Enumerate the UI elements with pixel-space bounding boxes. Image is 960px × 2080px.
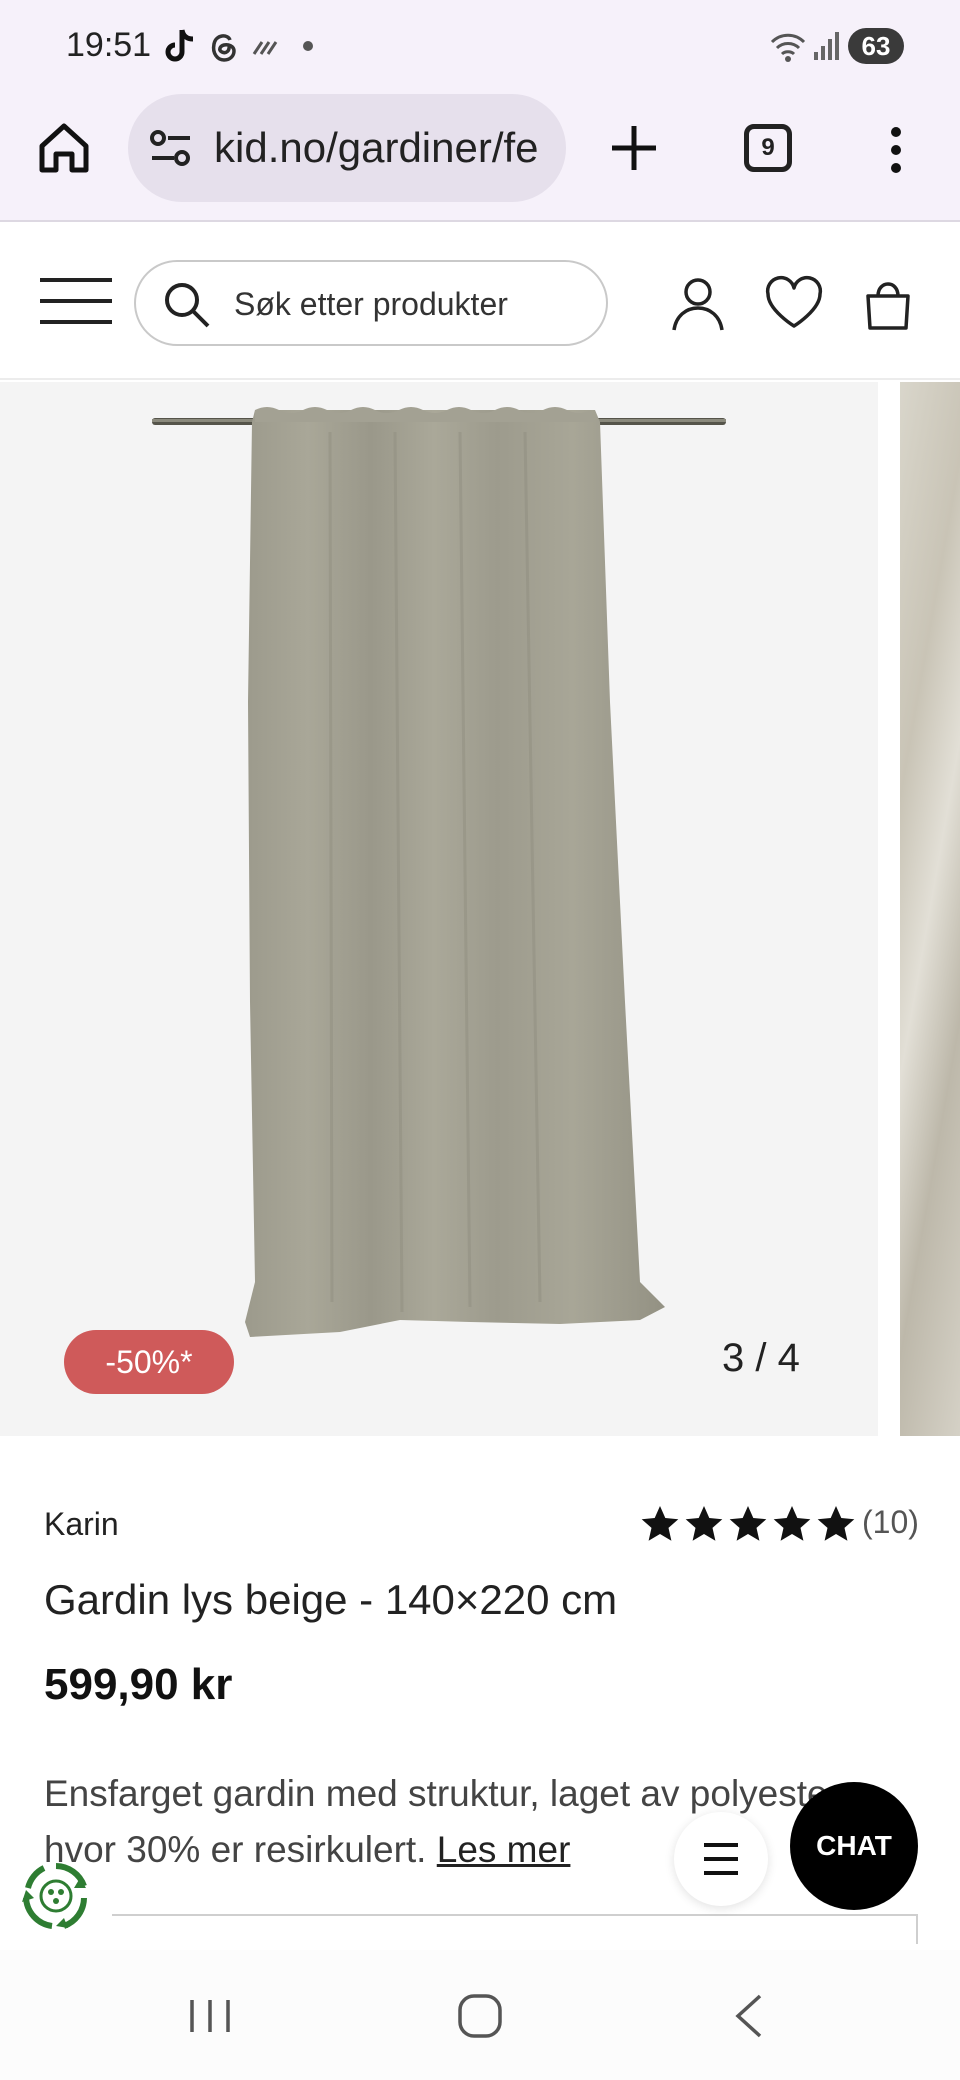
threads-icon — [211, 34, 236, 62]
search-input[interactable]: Søk etter produkter — [134, 260, 608, 346]
battery-indicator: 63 — [848, 28, 904, 64]
url-text[interactable]: kid.no/gardiner/fe — [214, 124, 554, 172]
star-icon — [641, 1506, 679, 1541]
home-icon[interactable] — [36, 120, 92, 176]
search-placeholder: Søk etter produkter — [234, 286, 508, 322]
gallery-slide-current[interactable]: -50%* 3 / 4 — [0, 382, 878, 1436]
bag-icon[interactable] — [858, 274, 918, 334]
hamburger-icon[interactable] — [38, 276, 114, 326]
star-icon — [729, 1506, 767, 1541]
product-description: Ensfarget gardin med struktur, laget av … — [44, 1766, 904, 1878]
browser-toolbar: kid.no/gardiner/fe 9 — [0, 90, 960, 222]
product-title: Gardin lys beige - 140×220 cm — [44, 1576, 618, 1623]
more-vert-icon[interactable] — [880, 124, 912, 176]
star-icon — [685, 1506, 723, 1541]
tab-switcher-button[interactable]: 9 — [744, 124, 792, 172]
tiktok-icon — [165, 29, 194, 62]
floating-menu-button[interactable] — [674, 1812, 768, 1906]
rating-count[interactable]: (10) — [862, 1504, 919, 1541]
back-icon[interactable] — [720, 1986, 780, 2046]
heart-icon[interactable] — [764, 274, 824, 334]
star-icon — [817, 1506, 855, 1541]
recycle-icon[interactable] — [18, 1858, 94, 1934]
product-price: 599,90 kr — [44, 1660, 233, 1709]
address-bar[interactable]: kid.no/gardiner/fe — [128, 94, 566, 202]
chat-button[interactable]: CHAT — [790, 1782, 918, 1910]
slide-counter: 3 / 4 — [722, 1336, 800, 1380]
product-image-gallery[interactable]: -50%* 3 / 4 — [0, 382, 960, 1436]
product-image — [152, 407, 726, 1337]
read-more-link[interactable]: Les mer — [437, 1829, 571, 1870]
home-nav-icon[interactable] — [450, 1986, 510, 2046]
new-tab-icon[interactable] — [608, 122, 660, 174]
rating-stars[interactable] — [640, 1504, 856, 1544]
signal-icon — [814, 32, 839, 60]
site-header: Søk etter produkter — [0, 224, 960, 380]
discount-badge: -50%* — [64, 1330, 234, 1394]
search-icon — [165, 283, 210, 328]
recent-apps-icon[interactable] — [180, 1986, 240, 2046]
list-menu-icon — [704, 1843, 738, 1875]
status-time: 19:51 — [66, 26, 152, 64]
wifi-calling-icon — [252, 41, 278, 55]
status-bar: 19:51 63 — [0, 0, 960, 90]
site-settings-icon[interactable] — [148, 126, 194, 172]
gallery-slide-next-peek[interactable] — [900, 382, 960, 1436]
wifi-icon — [770, 33, 806, 62]
star-icon — [773, 1506, 811, 1541]
account-icon[interactable] — [668, 274, 728, 334]
dot-icon — [303, 41, 313, 51]
options-box-border — [112, 1914, 918, 1944]
system-nav-bar — [0, 1950, 960, 2080]
product-brand[interactable]: Karin — [44, 1506, 119, 1543]
